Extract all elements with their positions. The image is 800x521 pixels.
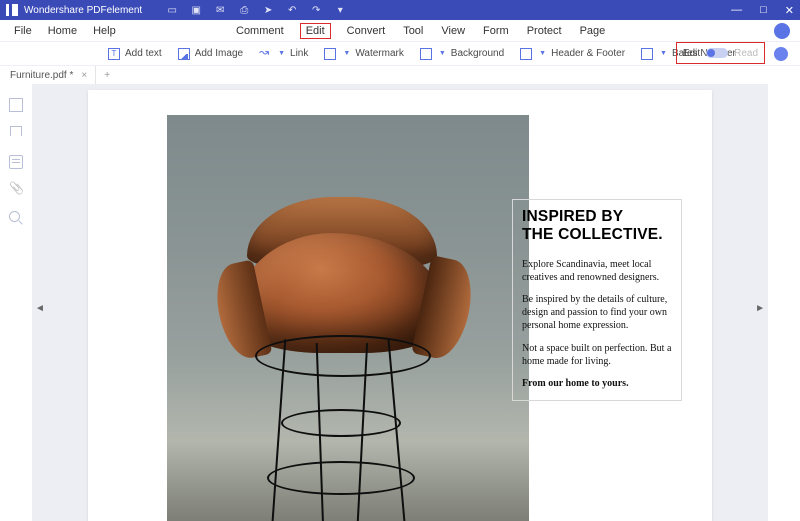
close-button[interactable]: ✕: [785, 4, 794, 17]
mode-edit-label: Edit: [683, 48, 700, 59]
paragraph: Not a space built on perfection. But a h…: [522, 342, 672, 368]
ribbon-edit: Add text Add Image ▼Link ▼Watermark ▼Bac…: [0, 42, 800, 66]
image-icon[interactable]: ▣: [190, 4, 202, 16]
search-icon[interactable]: [9, 211, 23, 225]
minimize-button[interactable]: —: [731, 4, 742, 17]
quick-access-toolbar: ▭ ▣ ✉ ⎙ ➤ ↶ ↷ ▾: [166, 4, 346, 16]
header-footer-icon: [520, 48, 532, 60]
tool-watermark[interactable]: ▼Watermark: [324, 48, 403, 60]
print-icon[interactable]: ⎙: [238, 4, 250, 16]
page-area[interactable]: ◄ ► INSPIRED BY THE COLLECTIVE.: [33, 84, 767, 521]
background-icon: [420, 48, 432, 60]
tab-form[interactable]: Form: [483, 25, 509, 37]
workspace: ◄ ► INSPIRED BY THE COLLECTIVE.: [0, 84, 800, 521]
maximize-button[interactable]: □: [760, 4, 767, 17]
qat-more-icon[interactable]: ▾: [334, 4, 346, 16]
tab-convert[interactable]: Convert: [347, 25, 386, 37]
settings-icon[interactable]: [774, 47, 788, 61]
menu-help[interactable]: Help: [93, 25, 116, 37]
tab-comment[interactable]: Comment: [236, 25, 284, 37]
undo-icon[interactable]: ↶: [286, 4, 298, 16]
app-title: Wondershare PDFelement: [24, 5, 142, 16]
share-icon[interactable]: ➤: [262, 4, 274, 16]
bookmark-icon[interactable]: [10, 126, 22, 141]
tab-protect[interactable]: Protect: [527, 25, 562, 37]
prev-page-icon[interactable]: ◄: [35, 303, 45, 314]
comments-icon[interactable]: [9, 155, 23, 169]
document-tabstrip: Furniture.pdf * × +: [0, 66, 800, 84]
paragraph: Be inspired by the details of culture, d…: [522, 293, 672, 333]
text-block[interactable]: INSPIRED BY THE COLLECTIVE. Explore Scan…: [512, 199, 682, 401]
attachment-icon[interactable]: [9, 183, 23, 197]
bates-icon: [641, 48, 653, 60]
mode-read-label: Read: [734, 48, 758, 59]
titlebar: Wondershare PDFelement ▭ ▣ ✉ ⎙ ➤ ↶ ↷ ▾ —…: [0, 0, 800, 20]
document-tab-label: Furniture.pdf *: [10, 70, 73, 81]
next-page-icon[interactable]: ►: [755, 303, 765, 314]
user-avatar-icon[interactable]: [774, 23, 790, 39]
sidebar-right: [767, 84, 800, 521]
redo-icon[interactable]: ↷: [310, 4, 322, 16]
image-icon: [178, 48, 190, 60]
tool-add-image[interactable]: Add Image: [178, 48, 243, 60]
tab-tool[interactable]: Tool: [403, 25, 423, 37]
app-logo-icon: [6, 4, 18, 16]
chevron-down-icon: ▼: [660, 50, 667, 57]
heading: INSPIRED BY THE COLLECTIVE.: [522, 208, 672, 244]
watermark-icon: [324, 48, 336, 60]
link-icon: [259, 48, 271, 60]
chevron-down-icon: ▼: [539, 50, 546, 57]
paragraph-bold: From our home to yours.: [522, 377, 672, 390]
chair-photo[interactable]: [167, 115, 529, 521]
menubar: File Home Help Comment Edit Convert Tool…: [0, 20, 800, 42]
tab-page[interactable]: Page: [580, 25, 606, 37]
tool-background[interactable]: ▼Background: [420, 48, 504, 60]
tool-link[interactable]: ▼Link: [259, 48, 308, 60]
close-tab-icon[interactable]: ×: [81, 70, 87, 81]
menu-home[interactable]: Home: [48, 25, 77, 37]
sidebar-left: [0, 84, 33, 521]
document-tab[interactable]: Furniture.pdf * ×: [0, 66, 96, 84]
tab-view[interactable]: View: [441, 25, 465, 37]
open-icon[interactable]: ▭: [166, 4, 178, 16]
chevron-down-icon: ▼: [439, 50, 446, 57]
text-icon: [108, 48, 120, 60]
add-tab-button[interactable]: +: [96, 70, 118, 81]
tab-edit[interactable]: Edit: [302, 25, 329, 37]
chevron-down-icon: ▼: [278, 50, 285, 57]
menu-file[interactable]: File: [14, 25, 32, 37]
tool-header-footer[interactable]: ▼Header & Footer: [520, 48, 625, 60]
toggle-switch-icon[interactable]: [706, 48, 728, 58]
thumbnails-icon[interactable]: [9, 98, 23, 112]
edit-mode-toggle[interactable]: Edit Read: [677, 43, 764, 63]
mail-icon[interactable]: ✉: [214, 4, 226, 16]
chevron-down-icon: ▼: [343, 50, 350, 57]
tool-add-text[interactable]: Add text: [108, 48, 162, 60]
pdf-page[interactable]: INSPIRED BY THE COLLECTIVE. Explore Scan…: [88, 90, 712, 521]
chair-illustration: [199, 161, 479, 521]
paragraph: Explore Scandinavia, meet local creative…: [522, 258, 672, 284]
